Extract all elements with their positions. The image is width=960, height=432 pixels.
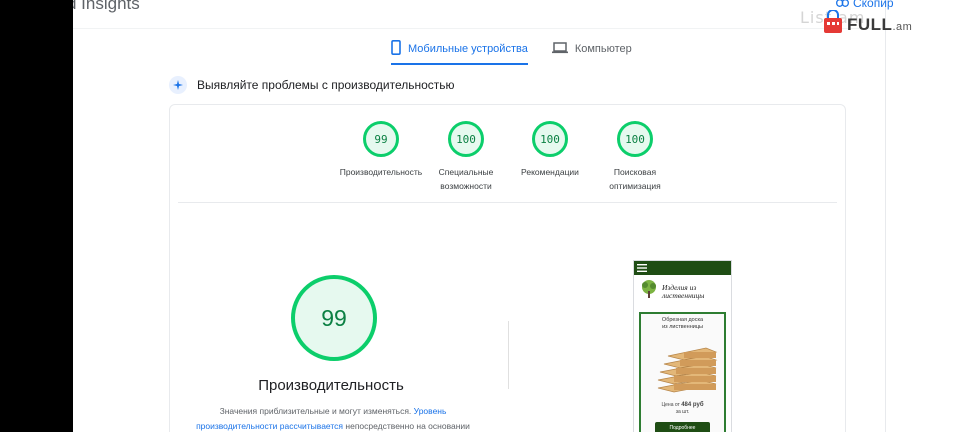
gauge-label: Производительность bbox=[339, 167, 423, 177]
section-title: Выявляйте проблемы с производительностью bbox=[197, 78, 455, 92]
tree-icon bbox=[639, 279, 659, 304]
pagespeed-page: d Insights Мобильные устройства Компьюте… bbox=[73, 0, 885, 432]
tab-desktop[interactable]: Компьютер bbox=[551, 36, 632, 62]
preview-details-button: Подробнее bbox=[655, 422, 710, 432]
tab-mobile[interactable]: Мобильные устройства bbox=[391, 36, 528, 65]
laptop-icon bbox=[551, 41, 568, 57]
tab-mobile-label: Мобильные устройства bbox=[408, 43, 528, 55]
right-gutter bbox=[885, 0, 960, 432]
vertical-divider bbox=[508, 321, 509, 389]
header-divider bbox=[73, 28, 885, 29]
score-calc-link[interactable]: Уровень bbox=[414, 406, 447, 416]
preview-price: Цена от 484 руб за шт. bbox=[661, 402, 704, 415]
lighthouse-icon bbox=[169, 76, 187, 94]
gauge-score: 100 bbox=[448, 121, 484, 157]
score-calc-link-cont[interactable]: производительности рассчитывается bbox=[196, 421, 343, 431]
brand-domain: .am bbox=[892, 20, 913, 33]
page-screenshot-preview: Изделия из лиственницы Обрезная доска из л… bbox=[633, 260, 732, 432]
main-score-gauge: 99 bbox=[291, 275, 377, 361]
score-note: Значения приблизительные и могут изменят… bbox=[196, 406, 470, 431]
report-card: 99 Производительность 100 Специальные воз… bbox=[169, 104, 846, 432]
gauge-score: 100 bbox=[532, 121, 568, 157]
device-tabs: Мобильные устройства Компьютер bbox=[391, 36, 632, 65]
gauge-performance[interactable]: 99 Производительность bbox=[336, 121, 426, 179]
lumber-stack-image bbox=[657, 347, 718, 393]
tab-desktop-label: Компьютер bbox=[574, 43, 632, 55]
main-score-title: Производительность bbox=[258, 377, 404, 394]
gauge-seo[interactable]: 100 Поисковая оптимизация bbox=[590, 121, 680, 193]
gauge-score: 99 bbox=[363, 121, 399, 157]
gauge-accessibility[interactable]: 100 Специальные возможности bbox=[421, 121, 511, 193]
app-title: d Insights bbox=[73, 0, 140, 13]
brand-name: FULL bbox=[847, 14, 893, 34]
section-header: Выявляйте проблемы с производительностью bbox=[169, 76, 455, 94]
gauge-best-practices[interactable]: 100 Рекомендации bbox=[505, 121, 595, 179]
preview-site-title: Изделия из лиственницы bbox=[662, 282, 705, 300]
gauge-label: Поисковая оптимизация bbox=[609, 167, 661, 191]
card-divider bbox=[178, 202, 837, 203]
hamburger-menu-icon bbox=[637, 261, 647, 277]
preview-navbar bbox=[634, 261, 731, 275]
gauge-score: 100 bbox=[617, 121, 653, 157]
preview-logo: Изделия из лиственницы bbox=[634, 275, 731, 308]
shopping-bag-icon bbox=[822, 9, 844, 39]
mobile-phone-icon bbox=[391, 40, 401, 58]
gauge-label: Специальные возможности bbox=[438, 167, 494, 191]
preview-product-title: Обрезная доска из лиственницы bbox=[661, 317, 704, 330]
fullam-logo: FULL.am bbox=[822, 9, 913, 39]
preview-product-card: Обрезная доска из лиственницы Цена от 48… bbox=[639, 312, 726, 432]
gauge-label: Рекомендации bbox=[521, 167, 579, 177]
